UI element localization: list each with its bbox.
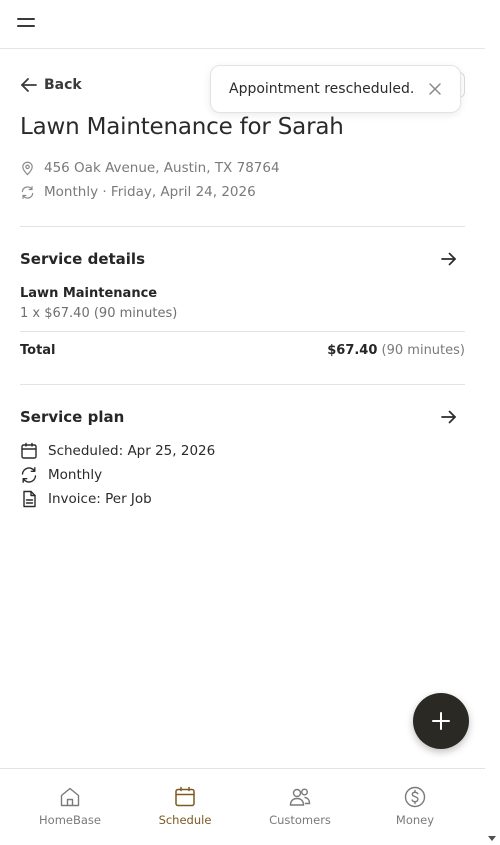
divider xyxy=(20,384,465,385)
total-value: $67.40 (90 minutes) xyxy=(327,343,465,358)
calendar-icon xyxy=(21,442,37,459)
dollar-circle-icon xyxy=(404,786,426,808)
location-pin-icon xyxy=(22,161,33,175)
close-icon[interactable] xyxy=(428,82,442,96)
service-item-detail: 1 x $67.40 (90 minutes) xyxy=(20,306,178,321)
repeat-icon xyxy=(21,185,34,199)
nav-label: Schedule xyxy=(158,813,212,827)
total-label: Total xyxy=(20,343,56,358)
scroll-down-arrow[interactable] xyxy=(488,836,496,841)
document-icon xyxy=(23,490,36,508)
scheduled-row: Scheduled: Apr 25, 2026 xyxy=(20,442,215,460)
divider xyxy=(20,226,465,227)
nav-label: HomeBase xyxy=(39,813,101,827)
arrow-left-icon xyxy=(21,78,37,92)
frequency-row: Monthly xyxy=(20,466,102,484)
service-details-title: Service details xyxy=(20,250,145,268)
nav-label: Money xyxy=(395,813,435,827)
recurrence-text: Monthly · Friday, April 24, 2026 xyxy=(44,184,256,200)
users-icon xyxy=(289,788,311,806)
nav-item-homebase[interactable]: HomeBase xyxy=(20,785,120,827)
scrollbar[interactable] xyxy=(485,0,500,845)
address-text: 456 Oak Avenue, Austin, TX 78764 xyxy=(44,160,280,176)
arrow-right-icon[interactable] xyxy=(440,408,458,426)
repeat-icon xyxy=(21,467,37,483)
plus-icon xyxy=(432,712,450,730)
toast-notification: Appointment rescheduled. xyxy=(210,65,461,113)
top-bar xyxy=(0,0,485,49)
total-amount: $67.40 xyxy=(327,343,378,358)
divider xyxy=(20,331,465,332)
arrow-right-icon[interactable] xyxy=(440,250,458,268)
service-plan-title: Service plan xyxy=(20,408,125,426)
nav-item-money[interactable]: Money xyxy=(365,785,465,827)
bottom-nav: HomeBase Schedule Customers Money xyxy=(0,768,485,845)
page-title: Lawn Maintenance for Sarah xyxy=(20,114,344,140)
nav-label: Customers xyxy=(269,813,331,827)
service-item-name: Lawn Maintenance xyxy=(20,286,158,301)
calendar-icon xyxy=(175,786,195,807)
back-button[interactable]: Back xyxy=(20,76,82,94)
home-icon xyxy=(60,787,80,807)
total-duration: (90 minutes) xyxy=(381,343,465,358)
address-row: 456 Oak Avenue, Austin, TX 78764 xyxy=(20,160,280,176)
back-label: Back xyxy=(44,77,82,93)
nav-item-customers[interactable]: Customers xyxy=(250,785,350,827)
nav-item-schedule[interactable]: Schedule xyxy=(135,785,235,827)
invoice-text: Invoice: Per Job xyxy=(48,491,152,507)
toast-message: Appointment rescheduled. xyxy=(229,81,415,97)
invoice-row: Invoice: Per Job xyxy=(20,490,152,508)
scheduled-text: Scheduled: Apr 25, 2026 xyxy=(48,443,216,459)
frequency-text: Monthly xyxy=(48,467,103,483)
hamburger-menu-icon[interactable] xyxy=(17,16,35,30)
recurrence-row: Monthly · Friday, April 24, 2026 xyxy=(20,184,256,200)
add-button[interactable] xyxy=(413,693,469,749)
